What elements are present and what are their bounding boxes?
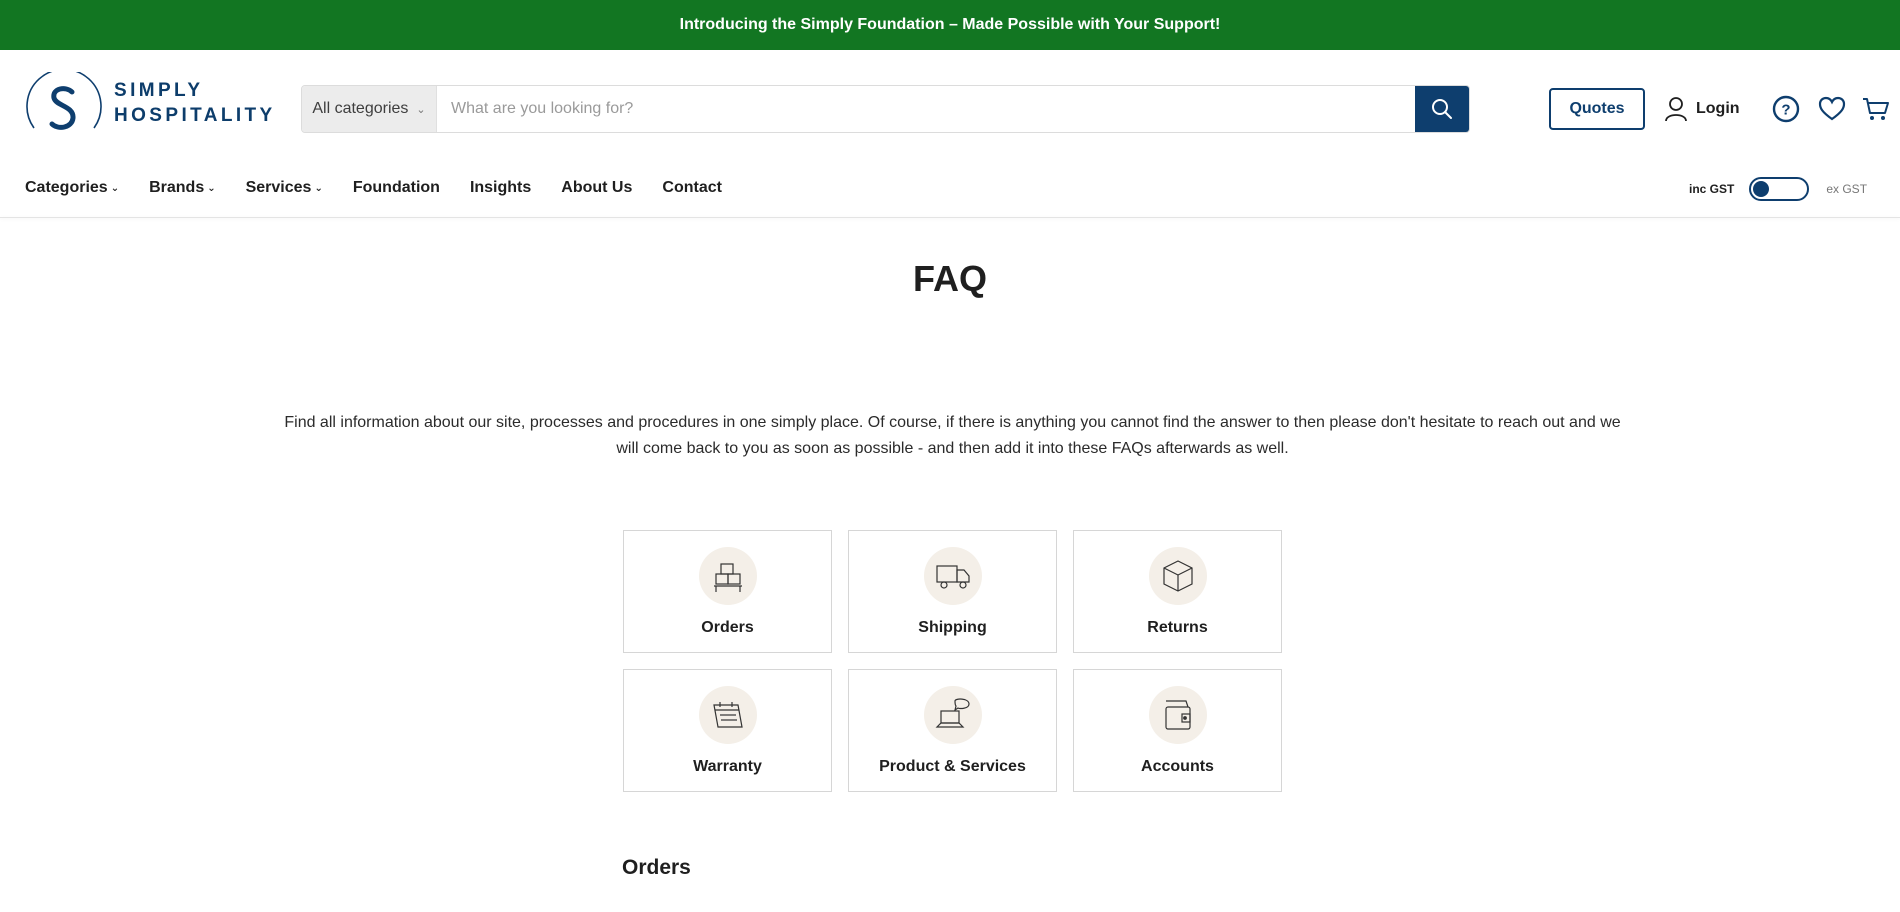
logo-wordmark: SIMPLY HOSPITALITY: [114, 78, 276, 128]
shipping-truck-icon: [923, 547, 982, 605]
nav-item-insights[interactable]: Insights: [470, 179, 531, 197]
page-title: FAQ: [912, 258, 987, 299]
faq-card-accounts[interactable]: Accounts: [1073, 669, 1282, 792]
faq-category-grid: Orders Shipping Returns Warranty Product…: [623, 530, 1282, 792]
category-select-label: All categories: [312, 100, 409, 117]
search-button[interactable]: [1415, 86, 1469, 132]
help-icon: ?: [1772, 95, 1800, 123]
nav-label: Foundation: [352, 179, 440, 196]
heart-icon: [1818, 96, 1846, 121]
main-nav: Categories ⌄ Brands ⌄ Services ⌄ Foundation…: [25, 176, 752, 200]
cart-button[interactable]: [1861, 94, 1891, 124]
nav-label: About Us: [561, 179, 633, 196]
nav-item-brands[interactable]: Brands ⌄: [149, 179, 216, 197]
faq-card-orders[interactable]: Orders: [623, 530, 832, 653]
logo-line-1: SIMPLY: [114, 80, 204, 101]
nav-label: Contact: [662, 179, 722, 196]
announcement-text: Introducing the Simply Foundation – Made…: [679, 16, 1221, 33]
header-divider: [0, 217, 1900, 218]
chevron-down-icon: ⌄: [416, 103, 426, 116]
faq-card-warranty[interactable]: Warranty: [623, 669, 832, 792]
chevron-down-icon: ⌄: [110, 182, 120, 194]
faq-card-label: Orders: [701, 619, 754, 636]
nav-item-services[interactable]: Services ⌄: [246, 179, 323, 197]
intro-text: Find all information about our site, pro…: [284, 414, 1621, 457]
nav-label: Insights: [469, 179, 532, 196]
faq-card-label: Product & Services: [879, 758, 1026, 775]
site-logo[interactable]: SIMPLY HOSPITALITY: [26, 72, 276, 134]
login-label: Login: [1696, 100, 1740, 117]
returns-box-icon: [1148, 547, 1207, 605]
faq-card-label: Accounts: [1141, 758, 1214, 775]
search-icon: [1432, 99, 1452, 119]
quotes-label: Quotes: [1569, 100, 1625, 117]
nav-label: Services: [245, 179, 312, 196]
chevron-down-icon: ⌄: [314, 182, 323, 194]
wishlist-button[interactable]: [1817, 94, 1847, 124]
faq-card-label: Shipping: [918, 619, 987, 636]
section-title-orders: Orders: [622, 856, 691, 879]
ex-gst-label: ex GST: [1826, 182, 1868, 196]
faq-card-label: Warranty: [693, 758, 762, 775]
chevron-down-icon: ⌄: [207, 182, 216, 194]
warranty-calendar-icon: [698, 686, 757, 744]
nav-item-categories[interactable]: Categories ⌄: [25, 179, 119, 197]
user-icon: [1665, 97, 1687, 122]
nav-item-about-us[interactable]: About Us: [561, 179, 632, 197]
faq-card-returns[interactable]: Returns: [1073, 530, 1282, 653]
nav-label: Brands: [149, 179, 205, 196]
search-bar: All categories ⌄: [301, 85, 1470, 133]
nav-item-foundation[interactable]: Foundation: [353, 179, 440, 197]
accounts-wallet-icon: [1148, 686, 1207, 744]
cart-icon: [1863, 98, 1889, 120]
logo-mark-icon: [26, 72, 102, 130]
quotes-button[interactable]: Quotes: [1549, 88, 1645, 130]
svg-text:?: ?: [1781, 102, 1790, 119]
announcement-bar[interactable]: Introducing the Simply Foundation – Made…: [0, 0, 1900, 50]
faq-card-shipping[interactable]: Shipping: [848, 530, 1057, 653]
inc-gst-label: inc GST: [1689, 182, 1735, 196]
toggle-knob: [1753, 181, 1770, 197]
faq-card-label: Returns: [1147, 619, 1208, 636]
login-link[interactable]: Login: [1664, 95, 1740, 123]
search-input[interactable]: [437, 86, 1415, 132]
category-select[interactable]: All categories ⌄: [302, 86, 437, 132]
help-button[interactable]: ?: [1771, 94, 1801, 124]
gst-toggle[interactable]: [1749, 177, 1810, 201]
gst-switch: inc GST ex GST: [1689, 177, 1867, 201]
laptop-chat-icon: [923, 686, 982, 744]
nav-label: Categories: [25, 179, 108, 196]
faq-card-product-services[interactable]: Product & Services: [848, 669, 1057, 792]
logo-line-2: HOSPITALITY: [114, 105, 276, 126]
orders-boxes-icon: [698, 547, 757, 605]
nav-item-contact[interactable]: Contact: [662, 179, 722, 197]
